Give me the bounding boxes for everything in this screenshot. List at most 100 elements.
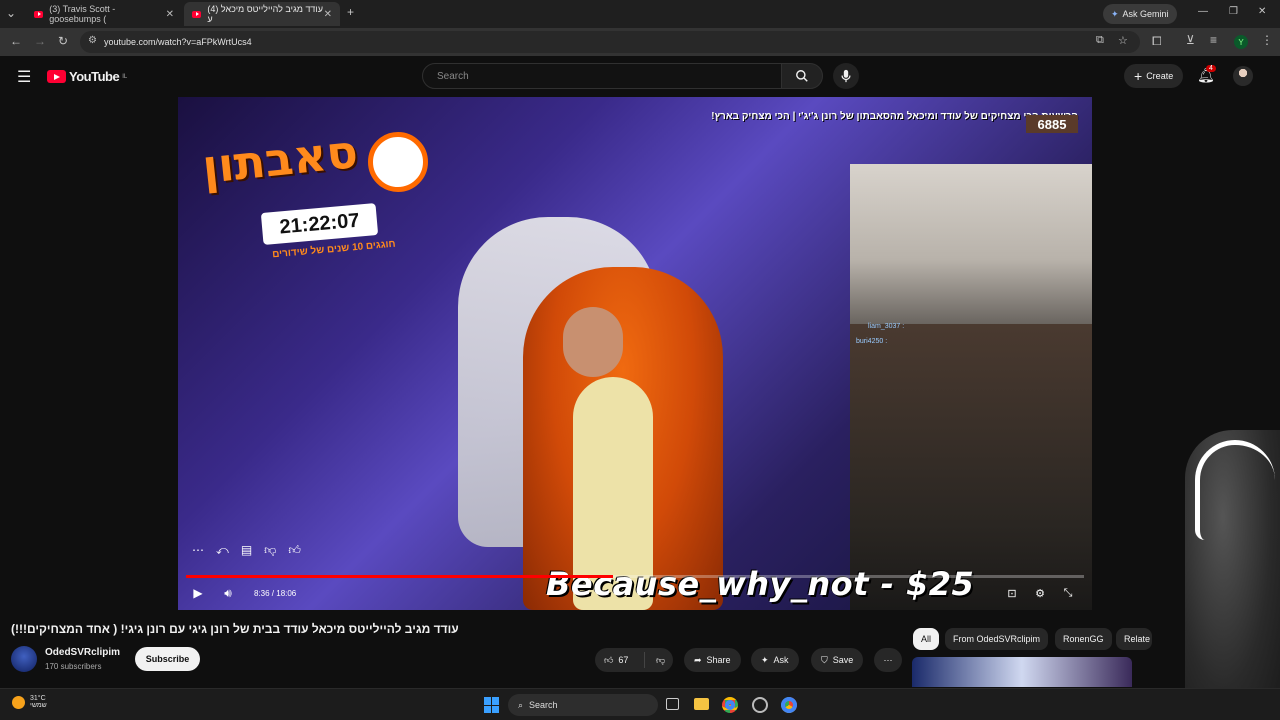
download-icon[interactable]: ⊻	[1186, 33, 1195, 47]
progress-bar[interactable]	[186, 575, 1084, 578]
recommended-video-thumbnail[interactable]	[912, 657, 1132, 687]
subathon-logo-text: סאבתון	[199, 124, 361, 194]
ask-button[interactable]: ✦ Ask	[751, 648, 799, 672]
subathon-timer: 21:22:07	[260, 203, 379, 245]
search-input[interactable]: Search	[422, 63, 782, 89]
search-icon: ⌕	[518, 699, 524, 710]
restore-icon[interactable]: ❐	[1229, 6, 1238, 17]
channel-avatar[interactable]	[11, 646, 37, 672]
bookmark-icon: ⛉	[821, 654, 828, 665]
thumbs-down-icon: 👎︎	[656, 654, 666, 665]
sun-icon	[12, 695, 25, 709]
new-tab-button[interactable]: +	[347, 5, 354, 19]
chrome-menu-icon[interactable]: ⋮	[1261, 33, 1273, 47]
comments-icon[interactable]: ▤	[241, 543, 252, 558]
share-button[interactable]: ➦ Share	[684, 648, 741, 672]
chip-from-channel[interactable]: From OdedSVRclipim	[945, 628, 1049, 650]
chrome-profile-taskbar-icon[interactable]	[781, 697, 797, 713]
chip-all[interactable]: All	[913, 628, 940, 650]
tab-travis-scott[interactable]: (3) Travis Scott - goosebumps ( ✕	[26, 2, 182, 26]
youtube-favicon-icon	[34, 10, 44, 18]
youtube-logo[interactable]: YouTube IL	[47, 69, 127, 84]
close-window-icon[interactable]: ✕	[1258, 6, 1266, 17]
more-horizontal-icon: ⋯	[883, 654, 893, 665]
account-avatar[interactable]	[1233, 66, 1253, 86]
create-label: Create	[1146, 71, 1174, 81]
like-button[interactable]: 👍︎ 67	[595, 652, 645, 668]
minimize-icon[interactable]: —	[1198, 6, 1208, 17]
notification-count-badge: 4	[1206, 65, 1216, 72]
forward-icon[interactable]: →	[34, 34, 46, 48]
ask-gemini-button[interactable]: ✦ Ask Gemini	[1103, 4, 1177, 24]
like-dislike-group: 👍︎ 67 👎︎	[595, 648, 673, 672]
search-icon	[796, 70, 808, 82]
subscriber-count: 170 subscribers	[45, 662, 102, 671]
url-field[interactable]: ⚙ youtube.com/watch?v=aFPkWrtUcs4 ⧉ ☆	[80, 31, 1140, 53]
video-player[interactable]: סאבתון 21:22:07 חוגגים 10 שנים של שידורי…	[178, 97, 1092, 610]
gemini-icon: ✦	[1111, 8, 1119, 19]
tab-title: (3) Travis Scott - goosebumps (	[49, 4, 116, 24]
browser-tab-bar: ⌄ (3) Travis Scott - goosebumps ( ✕ (4) …	[0, 0, 1280, 28]
windows-taskbar: 31°C שמשי ⌕ Search	[0, 688, 1280, 720]
secondary-camera-feed	[850, 164, 1092, 324]
captions-icon[interactable]: ⊡	[1004, 585, 1020, 601]
progress-fill	[186, 575, 613, 578]
viewer-count: 6885	[1026, 115, 1078, 133]
chat-line: buri4250 :	[856, 338, 888, 345]
youtube-logo-text: YouTube	[69, 69, 120, 84]
dislike-icon[interactable]: 👎︎	[264, 543, 276, 558]
plus-icon: +	[1134, 68, 1143, 84]
app-taskbar-icon[interactable]	[752, 697, 768, 713]
windows-start-icon[interactable]	[484, 697, 500, 713]
streamer-face	[563, 307, 623, 377]
save-label: Save	[832, 655, 854, 665]
play-icon[interactable]: ▶	[190, 585, 206, 601]
chip-ronengg[interactable]: RonenGG	[1055, 628, 1112, 650]
quick-actions-row: ⋯ ⤺ ▤ 👎︎ 👍︎	[192, 543, 301, 558]
microphone-icon	[841, 69, 851, 83]
exit-fullscreen-icon[interactable]: ⤡	[1060, 585, 1076, 601]
like-icon[interactable]: 👍︎	[288, 543, 301, 558]
settings-gear-icon[interactable]: ⚙	[1032, 585, 1048, 601]
more-options-icon[interactable]: ⋯	[192, 543, 204, 558]
subscribe-button[interactable]: Subscribe	[135, 647, 200, 671]
chrome-taskbar-icon[interactable]	[722, 697, 738, 713]
tab-search-icon[interactable]: ⌄	[6, 6, 16, 20]
more-actions-button[interactable]: ⋯	[874, 648, 902, 672]
weather-text: שמשי	[30, 702, 47, 709]
media-controls-icon[interactable]: ≡	[1210, 33, 1217, 47]
video-time: 8:36 / 18:06	[254, 589, 297, 598]
dislike-button[interactable]: 👎︎	[650, 655, 665, 666]
search-button[interactable]	[781, 63, 823, 89]
hamburger-menu-icon[interactable]: ☰	[17, 67, 31, 87]
close-tab-icon[interactable]: ✕	[324, 9, 332, 20]
video-overlay-title: הכשעות הכי מצחיקים של עודד ומיכאל מהסאבת…	[711, 111, 1078, 122]
save-button[interactable]: ⛉ Save	[811, 648, 864, 672]
taskbar-search[interactable]: ⌕ Search	[508, 694, 658, 716]
file-explorer-icon[interactable]	[694, 698, 709, 710]
bookmark-star-icon[interactable]: ☆	[1118, 34, 1128, 47]
share-icon[interactable]: ⤺	[216, 543, 229, 558]
back-icon[interactable]: ←	[10, 34, 22, 48]
site-info-icon[interactable]: ⚙	[88, 35, 97, 46]
tab-oded-video[interactable]: (4) עודד מגיב להיילייטס מיכאל ע ✕	[184, 2, 340, 26]
like-count: 67	[618, 655, 629, 665]
reload-icon[interactable]: ↻	[58, 34, 68, 48]
search-placeholder: Search	[437, 70, 469, 82]
close-tab-icon[interactable]: ✕	[166, 9, 174, 20]
weather-widget[interactable]: 31°C שמשי	[12, 695, 47, 709]
voice-search-button[interactable]	[833, 63, 859, 89]
chip-related[interactable]: Relate	[1116, 628, 1152, 650]
extensions-icon[interactable]: ⧠	[1152, 34, 1162, 49]
channel-name[interactable]: OdedSVRclipim	[45, 647, 120, 658]
install-app-icon[interactable]: ⧉	[1096, 34, 1104, 47]
ask-gemini-label: Ask Gemini	[1122, 9, 1169, 19]
volume-icon[interactable]: 🔊︎	[220, 585, 236, 601]
youtube-logo-icon	[47, 70, 66, 83]
temperature: 31°C	[30, 695, 46, 702]
create-button[interactable]: + Create	[1124, 64, 1184, 88]
donation-alert: Because_why_not - $25	[546, 565, 975, 603]
task-view-icon[interactable]	[666, 698, 679, 710]
tab-title: (4) עודד מגיב להיילייטס מיכאל ע	[207, 4, 323, 24]
profile-avatar[interactable]: Y	[1234, 35, 1248, 49]
